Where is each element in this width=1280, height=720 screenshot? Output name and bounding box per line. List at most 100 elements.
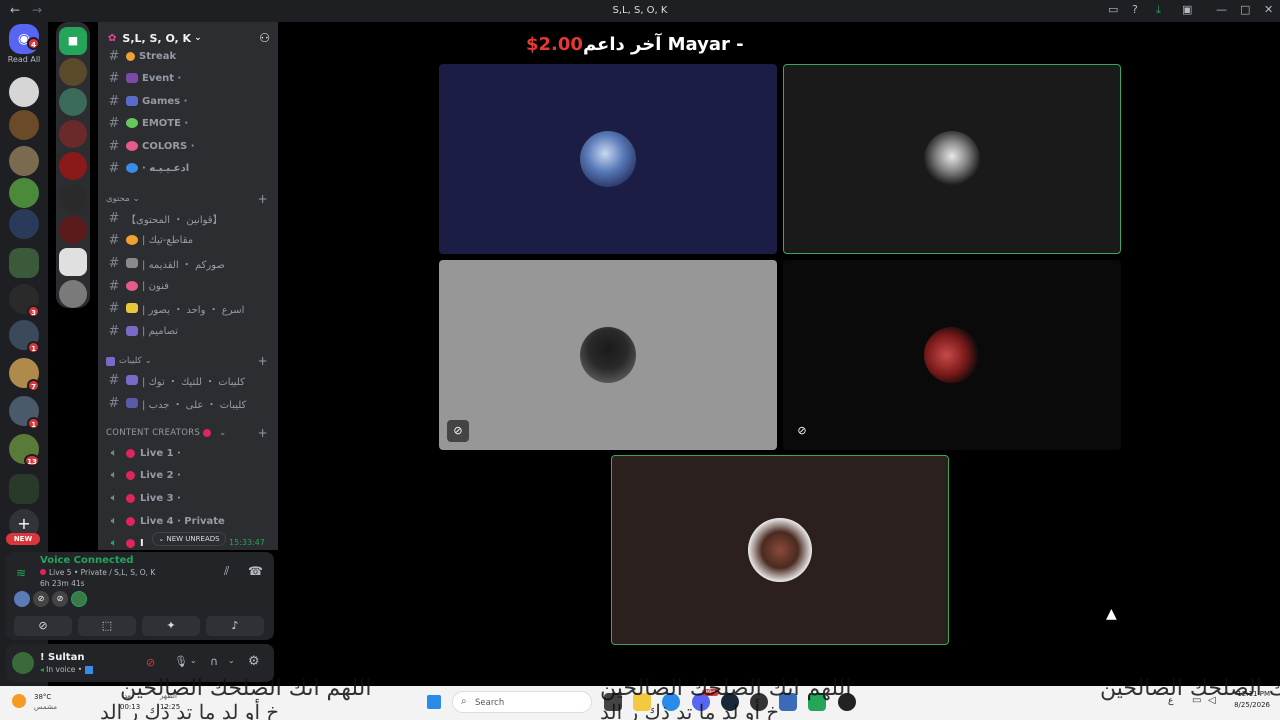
settings-gear-icon[interactable] — [750, 693, 768, 711]
participant-avatar[interactable] — [14, 591, 30, 607]
server-icon-3[interactable] — [9, 146, 39, 176]
participant-tile-1[interactable] — [439, 64, 777, 254]
avatar[interactable] — [12, 652, 34, 674]
channel-old-photos[interactable]: # | صوركم ・ القديمه — [106, 253, 274, 273]
channel-colors[interactable]: # COLORS · — [106, 136, 274, 156]
soundboard-button[interactable]: ♪ — [206, 616, 264, 636]
channel-prayers[interactable]: # · ادعـيـيـه — [106, 158, 274, 178]
download-icon[interactable]: ⤓ — [1156, 3, 1161, 17]
inbox-icon[interactable]: ▭ — [1108, 3, 1118, 16]
voice-channel-live-2[interactable]: 🔈︎ Live 2 · — [106, 465, 274, 485]
channel-arts[interactable]: # | فنون — [106, 276, 274, 296]
folder-server-8[interactable] — [59, 280, 87, 308]
folder-server-6[interactable] — [59, 216, 87, 244]
folder-server-7[interactable] — [59, 248, 87, 276]
add-channel-icon[interactable]: + — [258, 192, 268, 206]
photos-icon[interactable] — [779, 693, 797, 711]
app-icon-2[interactable] — [838, 693, 856, 711]
close-icon[interactable]: ✕ — [1264, 3, 1273, 16]
screen-share-button[interactable]: ⬚ — [78, 616, 136, 636]
category-content-creators[interactable]: CONTENT CREATORS ⌄ + — [106, 426, 274, 440]
voice-channel-live-3[interactable]: 🔈︎ Live 3 · — [106, 488, 274, 508]
server-name: S,L, S, O, K — [122, 31, 192, 45]
chevron-down-icon[interactable]: ⌄ — [228, 656, 235, 665]
prayer-time-1: 00:13 — [120, 703, 141, 711]
user-panel: ! Sultan ◂ In voice • ⊘ 🎙︎ ⌄ ∩ ⌄ ⚙ — [6, 644, 274, 682]
channel-fastest-shot[interactable]: # | اسرع ・ واحد ・ يصور — [106, 298, 274, 318]
voice-channel-live-4[interactable]: 🔈︎ Live 4 · Private — [106, 511, 274, 531]
window-title: S,L, S, O, K — [612, 5, 668, 16]
network-icon[interactable]: ▭ — [1192, 695, 1201, 706]
add-channel-icon[interactable]: + — [258, 354, 268, 368]
red-circle-icon — [40, 569, 46, 575]
category-clips[interactable]: كليبات ⌄ + — [106, 354, 274, 368]
channel-games[interactable]: # Games · — [106, 91, 274, 111]
server-icon-2[interactable] — [9, 110, 39, 140]
channel-event[interactable]: # Event · — [106, 68, 274, 88]
minimize-icon[interactable]: — — [1216, 3, 1227, 16]
steam-icon[interactable] — [721, 693, 739, 711]
edge-browser-icon[interactable] — [662, 693, 680, 711]
red-circle-icon — [126, 470, 135, 480]
participant-tile-2-speaking[interactable] — [783, 64, 1121, 254]
participant-tile-3[interactable]: ⊘ — [439, 260, 777, 450]
search-box[interactable]: ⌕ Search — [452, 691, 592, 713]
invite-user-icon[interactable]: ⚇ — [259, 31, 270, 45]
disconnect-icon[interactable]: ☎ — [248, 564, 263, 578]
channel-tiktok-clips[interactable]: # | مقاطع-تيك — [106, 230, 274, 250]
file-explorer-icon[interactable] — [633, 693, 651, 711]
channel-side-clips[interactable]: # | كليبات ・ على ・ جدب — [106, 393, 274, 413]
category-content[interactable]: محتوى ⌄ + — [106, 192, 274, 206]
channel-content-rules[interactable]: # 【قوانين ・ المحتوى】 — [106, 208, 274, 228]
participant-avatar[interactable] — [71, 591, 87, 607]
server-folder-1[interactable] — [9, 248, 39, 278]
folder-server-4[interactable] — [59, 152, 87, 180]
gift-icon[interactable]: ▣ — [1182, 3, 1192, 16]
participant-avatar — [580, 131, 636, 187]
server-icon-1[interactable] — [9, 77, 39, 107]
volume-icon[interactable]: ◁ — [1208, 695, 1216, 706]
maximize-icon[interactable]: □ — [1240, 3, 1250, 16]
hash-icon: # — [108, 395, 120, 411]
channel-streak[interactable]: # Streak — [106, 46, 274, 66]
folder-server-5[interactable] — [59, 184, 87, 212]
participant-tile-5-speaking[interactable] — [611, 455, 949, 645]
new-unreads-pill[interactable]: ⌄ NEW UNREADS — [152, 532, 226, 546]
task-view-icon[interactable] — [604, 693, 622, 711]
voice-location[interactable]: Live 5 • Private / S,L, S, O, K — [40, 568, 155, 577]
folder-icon[interactable]: ■ — [59, 27, 87, 55]
channel-tiktok-clips-2[interactable]: # | كليبات ・ للتيك ・ توك — [106, 370, 274, 390]
server-folder-2[interactable] — [9, 474, 39, 504]
app-icon[interactable] — [808, 693, 826, 711]
channel-label-truncated: I — [140, 537, 144, 549]
folder-server-1[interactable] — [59, 58, 87, 86]
participant-tile-4[interactable]: ⊘ — [783, 260, 1121, 450]
activities-button[interactable]: ✦ — [142, 616, 200, 636]
read-all-button[interactable]: Read All — [0, 55, 48, 64]
microphone-icon[interactable]: 🎙︎ — [174, 655, 188, 668]
red-circle-icon — [203, 429, 212, 437]
clock-date[interactable]: 8/25/2026 — [1226, 701, 1270, 709]
activity-icon — [85, 666, 94, 674]
noise-suppression-icon[interactable]: ⫽ — [224, 564, 229, 579]
folder-server-3[interactable] — [59, 120, 87, 148]
server-icon-5[interactable] — [9, 209, 39, 239]
last-supporter-banner: $2.00آخر داعم Mayar - — [526, 34, 744, 58]
headphones-icon[interactable]: ∩ — [210, 655, 218, 668]
settings-gear-icon[interactable]: ⚙ — [248, 654, 260, 669]
folder-server-2[interactable] — [59, 88, 87, 116]
chevron-down-icon[interactable]: ⌄ — [190, 656, 197, 665]
channel-designs[interactable]: # | تصاميم — [106, 321, 274, 341]
clock-time[interactable]: 12:11 PM — [1226, 690, 1270, 698]
camera-toggle-button[interactable]: ⊘ — [14, 616, 72, 636]
weather-sun-icon[interactable] — [12, 694, 26, 708]
channel-emote[interactable]: # EMOTE · — [106, 113, 274, 133]
camera-off-icon[interactable]: ⊘ — [146, 656, 155, 669]
windows-start-icon[interactable] — [427, 695, 441, 709]
signal-icon[interactable]: ≋ — [16, 566, 26, 580]
server-icon-4[interactable] — [9, 178, 39, 208]
add-channel-icon[interactable]: + — [258, 426, 268, 440]
keyboard-language[interactable]: ع — [1168, 696, 1173, 706]
voice-channel-live-1[interactable]: 🔈︎ Live 1 · — [106, 443, 274, 463]
help-icon[interactable]: ? — [1132, 3, 1138, 16]
